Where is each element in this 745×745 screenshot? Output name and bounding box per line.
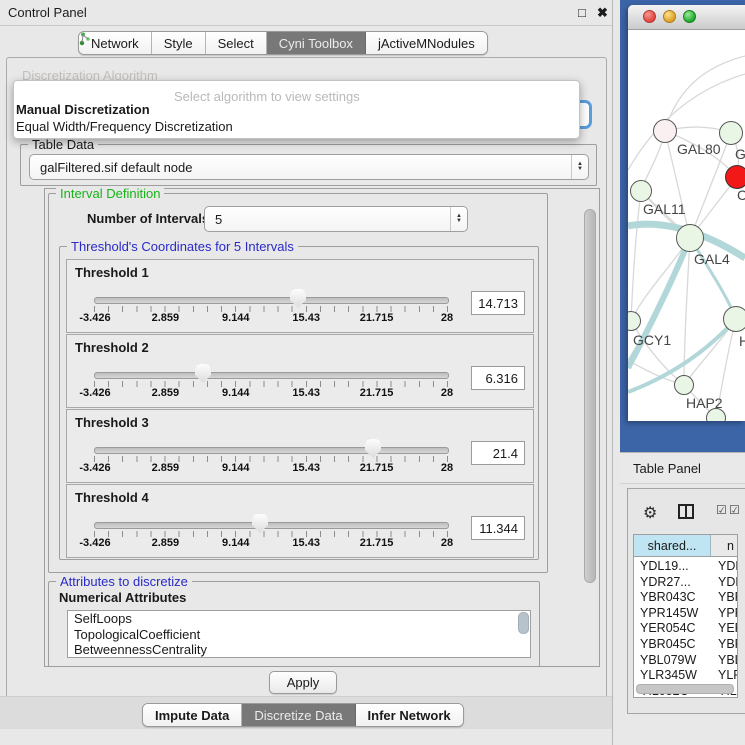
threshold-3-slider-track[interactable] (94, 447, 449, 454)
threshold-2-panel: Threshold 2 -3.4262.8599.14415.4321.7152… (66, 334, 534, 408)
algorithm-placeholder: Select algorithm to view settings (174, 89, 360, 104)
list-item[interactable]: TopologicalCoefficient (68, 627, 530, 643)
horizontal-scrollbar[interactable] (636, 684, 734, 694)
attributes-group-title: Attributes to discretize (56, 574, 192, 589)
table-data-group-title: Table Data (28, 137, 98, 152)
checkbox-icon[interactable]: ☑ (716, 503, 727, 517)
thresholds-group-title: Threshold's Coordinates for 5 Intervals (67, 239, 298, 254)
node-label: HAP2 (686, 395, 723, 411)
table-row[interactable]: YBR043CYBR0 (634, 590, 738, 606)
apply-button[interactable]: Apply (269, 671, 337, 694)
numerical-attributes-list[interactable]: SelfLoops TopologicalCoefficient Between… (67, 610, 531, 658)
float-window-icon[interactable]: □ (578, 5, 586, 20)
column-header-name[interactable]: n (711, 535, 738, 557)
node-label: GCY1 (633, 332, 671, 348)
threshold-4-slider-track[interactable] (94, 522, 449, 529)
top-tab-bar: Network Style Select Cyni Toolbox jActiv… (78, 31, 488, 55)
node-label: GAL4 (694, 251, 730, 267)
column-chooser-icon[interactable] (678, 504, 694, 519)
threshold-3-value-field[interactable]: 21.4 (471, 441, 525, 465)
list-item[interactable]: BetweennessCentrality (68, 642, 530, 658)
vertical-scrollbar[interactable] (584, 209, 596, 583)
threshold-1-panel: Threshold 1 -3.4262.8599.14415.4321.7152… (66, 259, 534, 333)
table-data-group: Table Data galFiltered.sif default node … (20, 144, 597, 186)
network-node[interactable] (725, 165, 745, 189)
tab-discretize-data[interactable]: Discretize Data (242, 704, 355, 726)
network-node[interactable] (723, 306, 745, 332)
number-of-intervals-label: Number of Intervals (87, 211, 209, 226)
tab-network[interactable]: Network (79, 32, 152, 54)
control-panel-titlebar: Control Panel □ ✖ (0, 0, 612, 26)
network-node[interactable] (674, 375, 694, 395)
checkbox-icon[interactable]: ☑ (729, 503, 740, 517)
node-attribute-table[interactable]: shared... n YDL19...YDL1 YDR27...YDR2 YB… (633, 534, 738, 698)
network-node[interactable] (630, 180, 652, 202)
settings-scrollpane: Interval Definition Number of Intervals … (44, 188, 600, 667)
table-panel-titlebar: Table Panel (620, 452, 745, 484)
tab-infer-network[interactable]: Infer Network (356, 704, 463, 726)
tab-impute-data[interactable]: Impute Data (143, 704, 242, 726)
stepper-arrows-icon: ▲▼ (571, 155, 588, 179)
node-label: H (739, 333, 745, 349)
thresholds-group: Threshold's Coordinates for 5 Intervals … (59, 246, 539, 560)
node-label: GAL11 (643, 201, 686, 217)
table-row[interactable]: YPR145WYPR1 (634, 606, 738, 622)
threshold-1-slider-track[interactable] (94, 297, 449, 304)
close-traffic-light-icon[interactable] (643, 10, 656, 23)
stepper-arrows-icon: ▲▼ (450, 207, 467, 231)
zoom-traffic-light-icon[interactable] (683, 10, 696, 23)
table-row[interactable]: YDL19...YDL1 (634, 559, 738, 575)
tab-cyni-toolbox[interactable]: Cyni Toolbox (267, 32, 366, 54)
network-node[interactable] (653, 119, 677, 143)
network-node[interactable] (676, 224, 704, 252)
threshold-1-value-field[interactable]: 14.713 (471, 291, 525, 315)
table-panel-title: Table Panel (633, 461, 701, 476)
threshold-2-slider-track[interactable] (94, 372, 449, 379)
node-label: GAL80 (677, 141, 721, 157)
number-of-intervals-combobox[interactable]: 5 ▲▼ (204, 206, 468, 232)
table-row[interactable]: YBL079WYBL0 (634, 653, 738, 669)
threshold-4-value-field[interactable]: 11.344 (471, 516, 525, 540)
interval-definition-title: Interval Definition (56, 186, 164, 201)
node-label: GA (735, 146, 745, 162)
tab-style[interactable]: Style (152, 32, 206, 54)
tab-jactivemnodules[interactable]: jActiveMNodules (366, 32, 487, 54)
network-canvas[interactable]: GAL80 GA GAL11 C GAL4 GCY1 H HAP2 (628, 30, 745, 421)
table-panel-body: ⚙ ☑ ☑ shared... n YDL19...YDL1 YDR27...Y… (627, 488, 745, 714)
menu-item-manual-discretization[interactable]: Manual Discretization (16, 102, 150, 117)
threshold-4-panel: Threshold 4 -3.4262.8599.14415.4321.7152… (66, 484, 534, 558)
numerical-attributes-label: Numerical Attributes (59, 590, 186, 605)
network-window-titlebar[interactable] (628, 5, 745, 30)
attributes-group: Attributes to discretize Numerical Attri… (48, 581, 540, 667)
network-view-window: GAL80 GA GAL11 C GAL4 GCY1 H HAP2 (628, 5, 745, 421)
table-row[interactable]: YLR345WYLR3 (634, 668, 738, 684)
network-icon (79, 32, 91, 46)
table-row[interactable]: YBR045CYBR0 (634, 637, 738, 653)
list-item[interactable]: SelfLoops (68, 611, 530, 627)
table-row[interactable]: YDR27...YDR2 (634, 575, 738, 591)
table-data-combobox[interactable]: galFiltered.sif default node ▲▼ (29, 154, 589, 180)
panel-title: Control Panel (8, 5, 87, 20)
control-panel: Control Panel □ ✖ Network Style Select C… (0, 0, 613, 745)
column-header-shared[interactable]: shared... (634, 535, 711, 557)
list-scrollbar[interactable] (518, 612, 529, 634)
minimize-traffic-light-icon[interactable] (663, 10, 676, 23)
menu-item-equal-width-frequency[interactable]: Equal Width/Frequency Discretization (16, 119, 233, 134)
bottom-tab-bar: Impute Data Discretize Data Infer Networ… (142, 703, 464, 727)
threshold-2-value-field[interactable]: 6.316 (471, 366, 525, 390)
table-row[interactable]: YER054CYER0 (634, 621, 738, 637)
interval-definition-group: Interval Definition Number of Intervals … (48, 193, 548, 573)
gear-icon[interactable]: ⚙ (643, 503, 657, 523)
threshold-3-panel: Threshold 3 -3.4262.8599.14415.4321.7152… (66, 409, 534, 483)
node-label: C (737, 187, 745, 203)
close-icon[interactable]: ✖ (597, 5, 608, 21)
tab-select[interactable]: Select (206, 32, 267, 54)
network-node[interactable] (719, 121, 743, 145)
algorithm-dropdown-popup: Select algorithm to view settings Manual… (13, 80, 580, 139)
